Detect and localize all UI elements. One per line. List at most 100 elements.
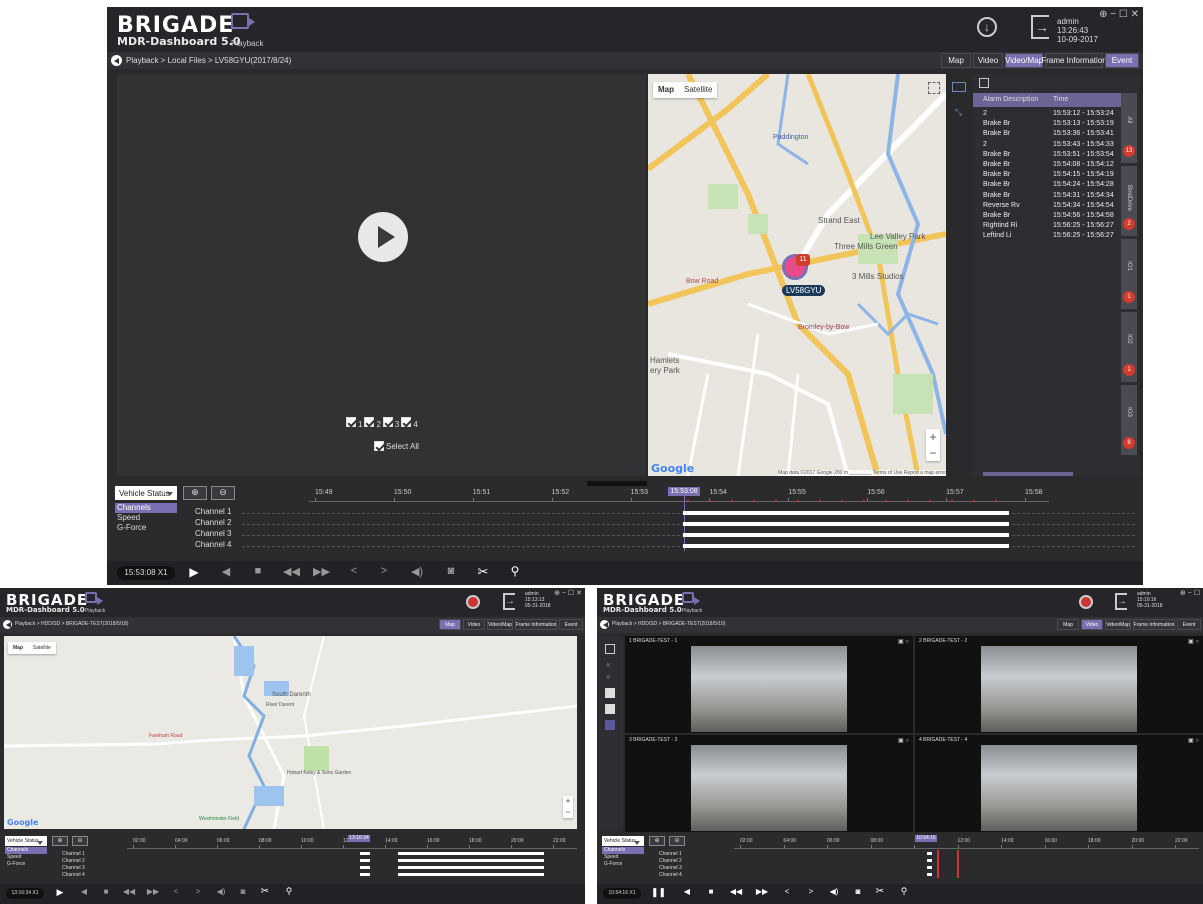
map-button[interactable]: Map — [8, 642, 28, 654]
volume-icon[interactable]: ◀) — [409, 565, 425, 578]
side-tab-io3[interactable]: IO3 8 — [1121, 385, 1137, 455]
channel-4-recording[interactable] — [683, 544, 1009, 548]
camera-tile-icons[interactable]: ▣ ○ — [1188, 737, 1199, 744]
zoom-in-button[interactable]: + — [926, 429, 940, 445]
faster-icon[interactable]: > — [377, 565, 391, 577]
vehicle-status-dropdown[interactable]: Vehicle Status — [602, 836, 644, 846]
channel-1-checkbox[interactable]: 1 — [346, 417, 362, 429]
volume-icon[interactable]: ◀) — [827, 887, 841, 896]
camera-tile-icons[interactable]: ▣ ○ — [1188, 638, 1199, 645]
faster-icon[interactable]: > — [805, 887, 817, 896]
clip-scissors-icon[interactable]: ✂ — [873, 886, 887, 897]
channel-2-recording[interactable] — [683, 522, 1009, 526]
channel-4-checkbox[interactable]: 4 — [401, 417, 418, 429]
gforce-item[interactable]: G-Force — [5, 861, 47, 868]
logout-icon[interactable]: → — [503, 593, 515, 610]
channel-1-recording[interactable] — [927, 852, 932, 855]
window-controls[interactable]: ⊕ − ☐ ✕ — [1099, 9, 1139, 20]
event-row[interactable]: Brake Br 15:54:08 - 15:54:12 — [983, 161, 1121, 168]
stop-icon[interactable]: ■ — [705, 887, 717, 896]
timeline-cursor[interactable]: 13:16:34 — [348, 835, 370, 842]
map-view[interactable]: Map Satellite Strand East Lee Valley Par… — [648, 74, 946, 476]
snapshot-camera-icon[interactable]: ◙ — [443, 565, 459, 577]
tab-video[interactable]: Video — [973, 53, 1003, 68]
tab-frame-information[interactable]: Frame Information — [515, 619, 557, 630]
event-row[interactable]: Brake Br 15:53:13 - 15:53:19 — [983, 120, 1121, 127]
prev-frame-icon[interactable]: ◀ — [219, 565, 233, 578]
rewind-icon[interactable]: ◀◀ — [729, 887, 743, 896]
play-button[interactable]: ▶ — [187, 565, 201, 579]
search-location-icon[interactable]: ⚲ — [282, 886, 296, 897]
event-row[interactable]: Brake Br 15:53:36 - 15:53:41 — [983, 130, 1121, 137]
tab-video-map[interactable]: Video/Map — [487, 619, 513, 630]
tab-map[interactable]: Map — [439, 619, 461, 630]
event-row[interactable]: Leftind Li 15:56:25 - 15:56:27 — [983, 232, 1121, 239]
clip-scissors-icon[interactable]: ✂ — [258, 886, 272, 897]
fullscreen-icon[interactable] — [605, 644, 615, 654]
event-row[interactable]: Brake Br 15:54:24 - 15:54:28 — [983, 181, 1121, 188]
window-controls[interactable]: ⊕ − ☐ — [1180, 589, 1200, 597]
back-icon[interactable] — [111, 55, 122, 66]
zoom-out-icon[interactable]: ⊖ — [72, 836, 88, 846]
channels-item[interactable]: Channels — [115, 503, 177, 513]
zoom-out-icon[interactable]: ⊖ — [669, 836, 685, 846]
zoom-out-button[interactable]: − — [563, 807, 573, 818]
channel-4-recording[interactable] — [927, 873, 932, 876]
fast-forward-icon[interactable]: ▶▶ — [755, 887, 769, 896]
search-location-icon[interactable]: ⚲ — [897, 886, 911, 897]
back-icon[interactable] — [3, 620, 12, 629]
event-scrollbar[interactable] — [983, 472, 1073, 476]
collapse-handle[interactable] — [587, 481, 647, 486]
stop-icon[interactable]: ■ — [100, 887, 112, 896]
window-controls[interactable]: ⊕ − ☐ ✕ — [554, 589, 582, 597]
channel-1-recording[interactable] — [398, 852, 544, 855]
fullscreen-icon[interactable] — [928, 82, 940, 94]
channel-3-recording[interactable] — [927, 866, 932, 869]
tab-video[interactable]: Video — [1081, 619, 1103, 630]
zoom-in-icon[interactable]: ⊕ — [52, 836, 68, 846]
timeline-cursor[interactable]: 10:54:16 — [915, 835, 937, 842]
channel-2-recording[interactable] — [927, 859, 932, 862]
tab-event[interactable]: Event — [1105, 53, 1139, 68]
tab-frame-information[interactable]: Frame Information — [1041, 53, 1107, 68]
clip-scissors-icon[interactable]: ✂ — [475, 564, 491, 580]
channel-2-recording[interactable] — [360, 859, 370, 862]
vehicle-status-dropdown[interactable]: Vehicle Status — [115, 486, 177, 500]
slower-icon[interactable]: < — [781, 887, 793, 896]
zoom-out-icon[interactable]: ⊖ — [211, 486, 235, 500]
channel-1-recording[interactable] — [360, 852, 370, 855]
alarm-icon[interactable] — [1079, 595, 1093, 609]
event-row[interactable]: 2 15:53:12 - 15:53:24 — [983, 110, 1121, 117]
tab-event[interactable]: Event — [1177, 619, 1201, 630]
tab-video-map[interactable]: Video/Map — [1005, 53, 1043, 68]
event-row[interactable]: Brake Br 15:54:31 - 15:54:34 — [983, 192, 1121, 199]
pause-button[interactable]: ❚❚ — [651, 887, 666, 898]
tab-video[interactable]: Video — [463, 619, 485, 630]
layers-icon[interactable] — [952, 82, 966, 92]
zoom-in-icon[interactable]: ⊕ — [649, 836, 665, 846]
channel-2-recording[interactable] — [398, 859, 544, 862]
gforce-item[interactable]: G-Force — [602, 861, 644, 868]
slower-icon[interactable]: < — [347, 565, 361, 577]
zoom-out-button[interactable]: − — [926, 445, 940, 461]
event-row[interactable]: Brake Br 15:54:15 - 15:54:19 — [983, 171, 1121, 178]
event-row[interactable]: 2 15:53:43 - 15:54:33 — [983, 141, 1121, 148]
zoom-in-icon[interactable]: ⊕ — [183, 486, 207, 500]
camera-tile-2[interactable]: 2 BRIGADE-TEST - 2 ▣ ○ — [915, 636, 1203, 733]
expand-right-icon[interactable]: » — [606, 672, 610, 681]
channel-4-recording[interactable] — [398, 873, 544, 876]
map-button[interactable]: Map — [653, 82, 679, 98]
channel-3-recording[interactable] — [683, 533, 1009, 537]
satellite-button[interactable]: Satellite — [679, 82, 717, 98]
stop-icon[interactable]: ■ — [251, 565, 265, 577]
event-row[interactable]: Brake Br 15:53:51 - 15:53:54 — [983, 151, 1121, 158]
layout-9-icon[interactable] — [605, 720, 615, 730]
side-tab-all[interactable]: All 13 — [1121, 93, 1137, 163]
side-tab-io2[interactable]: IO2 1 — [1121, 312, 1137, 382]
satellite-button[interactable]: Satellite — [28, 642, 56, 654]
camera-tile-4[interactable]: 4 BRIGADE-TEST - 4 ▣ ○ — [915, 735, 1203, 832]
tab-map[interactable]: Map — [941, 53, 971, 68]
rewind-icon[interactable]: ◀◀ — [283, 565, 300, 578]
download-icon[interactable]: ↓ — [977, 17, 997, 37]
collapse-left-icon[interactable]: « — [606, 660, 610, 669]
